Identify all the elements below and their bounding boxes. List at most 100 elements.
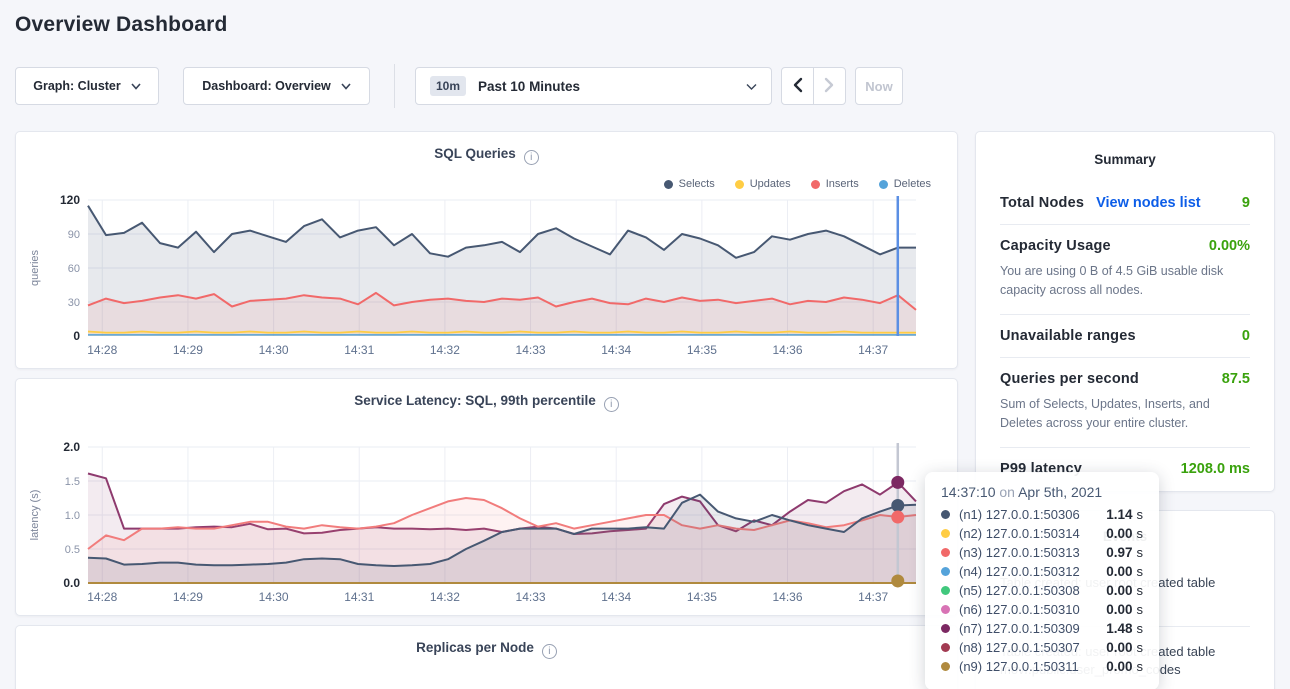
series-dot-icon bbox=[941, 643, 950, 652]
summary-label: Queries per second bbox=[1000, 371, 1139, 387]
dashboard-dropdown[interactable]: Dashboard: Overview bbox=[183, 67, 370, 105]
tooltip-value: 1.48 bbox=[1106, 621, 1132, 636]
x-tick-label: 14:34 bbox=[601, 590, 631, 604]
service-latency-chart[interactable]: 0.00.51.01.52.014:2814:2914:3014:3114:32… bbox=[26, 437, 951, 609]
y-tick-label: 1.0 bbox=[65, 510, 80, 522]
summary-subtext: Sum of Selects, Updates, Inserts, and De… bbox=[1000, 395, 1250, 434]
y-tick-label: 2.0 bbox=[63, 440, 80, 454]
legend-dot-deletes bbox=[879, 180, 888, 189]
tooltip-rows: (n1) 127.0.0.1:503061.14s(n2) 127.0.0.1:… bbox=[941, 505, 1143, 676]
hover-dot bbox=[891, 476, 904, 489]
legend-item-deletes[interactable]: Deletes bbox=[879, 178, 931, 190]
tooltip-node-label: (n4) 127.0.0.1:50312 bbox=[959, 564, 1080, 579]
series-dot-icon bbox=[941, 567, 950, 576]
time-range-badge: 10m bbox=[430, 76, 466, 96]
series-dot-icon bbox=[941, 605, 950, 614]
x-tick-label: 14:33 bbox=[516, 590, 546, 604]
chart-tooltip: 14:37:10 on Apr 5th, 2021 (n1) 127.0.0.1… bbox=[925, 472, 1159, 689]
dashboard-dropdown-label: Dashboard: Overview bbox=[202, 79, 331, 93]
tooltip-value: 0.00 bbox=[1106, 640, 1132, 655]
tooltip-value: 0.97 bbox=[1106, 545, 1132, 560]
x-tick-label: 14:36 bbox=[773, 343, 803, 357]
time-prev-button[interactable] bbox=[781, 67, 814, 105]
tooltip-unit: s bbox=[1137, 640, 1144, 655]
summary-value: 9 bbox=[1242, 195, 1250, 211]
summary-row: Unavailable ranges 0 bbox=[1000, 328, 1250, 344]
tooltip-timestamp: 14:37:10 on Apr 5th, 2021 bbox=[941, 484, 1143, 500]
info-icon[interactable]: i bbox=[524, 150, 539, 165]
info-icon[interactable]: i bbox=[542, 644, 557, 659]
page-title: Overview Dashboard bbox=[15, 13, 228, 37]
x-tick-label: 14:32 bbox=[430, 343, 460, 357]
legend-item-inserts[interactable]: Inserts bbox=[811, 178, 859, 190]
tooltip-value: 1.14 bbox=[1106, 507, 1132, 522]
view-nodes-list-link[interactable]: View nodes list bbox=[1096, 195, 1201, 211]
summary-value: 0 bbox=[1242, 328, 1250, 344]
tooltip-node-label: (n8) 127.0.0.1:50307 bbox=[959, 640, 1080, 655]
chart-title: SQL Queries bbox=[434, 146, 516, 161]
time-range-label: Past 10 Minutes bbox=[478, 79, 580, 94]
series-dot-icon bbox=[941, 586, 950, 595]
chart-title: Replicas per Node bbox=[416, 640, 534, 655]
hover-dot bbox=[891, 511, 904, 524]
tooltip-conjunction: on bbox=[999, 484, 1015, 500]
summary-section-total-nodes: Total Nodes View nodes list 9 bbox=[1000, 179, 1250, 224]
x-tick-label: 14:35 bbox=[687, 343, 717, 357]
summary-value: 1208.0 ms bbox=[1181, 461, 1250, 477]
y-tick-label: 0.5 bbox=[65, 544, 80, 556]
series-dot-icon bbox=[941, 624, 950, 633]
series-dot-icon bbox=[941, 548, 950, 557]
tooltip-row: (n1) 127.0.0.1:503061.14s bbox=[941, 505, 1143, 524]
legend-item-selects[interactable]: Selects bbox=[664, 178, 715, 190]
tooltip-row: (n6) 127.0.0.1:503100.00s bbox=[941, 600, 1143, 619]
y-tick-label: 1.5 bbox=[65, 476, 80, 488]
summary-value: 0.00% bbox=[1209, 238, 1250, 254]
tooltip-node-label: (n7) 127.0.0.1:50309 bbox=[959, 621, 1080, 636]
sql-queries-chart[interactable]: 030609012014:2814:2914:3014:3114:3214:33… bbox=[26, 190, 951, 362]
tooltip-value: 0.00 bbox=[1106, 564, 1132, 579]
time-range-dropdown[interactable]: 10m Past 10 Minutes bbox=[415, 67, 772, 105]
tooltip-row: (n2) 127.0.0.1:50314 0.00 s bbox=[941, 524, 1143, 543]
tooltip-unit: s bbox=[1137, 526, 1144, 541]
x-tick-label: 14:29 bbox=[173, 343, 203, 357]
summary-row: Queries per second87.5 bbox=[1000, 371, 1250, 387]
summary-title: Summary bbox=[976, 132, 1274, 167]
summary-section-unavailable-ranges: Unavailable ranges 0 bbox=[1000, 314, 1250, 357]
time-next-button[interactable] bbox=[813, 67, 846, 105]
chevron-down-icon bbox=[341, 79, 351, 93]
legend-dot-selects bbox=[664, 180, 673, 189]
replicas-per-node-card: Replicas per Node i bbox=[15, 625, 958, 689]
tooltip-node-label: (n9) 127.0.0.1:50311 bbox=[959, 659, 1079, 674]
x-tick-label: 14:37 bbox=[858, 590, 888, 604]
summary-label: Unavailable ranges bbox=[1000, 328, 1136, 344]
toolbar-divider bbox=[394, 64, 395, 108]
y-tick-label: 120 bbox=[60, 193, 80, 207]
x-tick-label: 14:36 bbox=[773, 590, 803, 604]
tooltip-row: (n4) 127.0.0.1:503120.00s bbox=[941, 562, 1143, 581]
graph-dropdown[interactable]: Graph: Cluster bbox=[15, 67, 159, 105]
legend-label: Selects bbox=[679, 178, 715, 190]
tooltip-node-label: (n2) 127.0.0.1:50314 bbox=[959, 526, 1080, 541]
x-tick-label: 14:32 bbox=[430, 590, 460, 604]
series-dot-icon bbox=[941, 529, 950, 538]
tooltip-row: (n5) 127.0.0.1:503080.00s bbox=[941, 581, 1143, 600]
legend-label: Updates bbox=[750, 178, 791, 190]
x-tick-label: 14:34 bbox=[601, 343, 631, 357]
tooltip-unit: s bbox=[1137, 602, 1144, 617]
tooltip-time: 14:37:10 bbox=[941, 484, 996, 500]
summary-label: Total Nodes bbox=[1000, 195, 1084, 211]
series-dot-icon bbox=[941, 510, 950, 519]
legend-item-updates[interactable]: Updates bbox=[735, 178, 791, 190]
summary-section-queries-per-second: Queries per second87.5 Sum of Selects, Up… bbox=[1000, 357, 1250, 447]
chart-title: Service Latency: SQL, 99th percentile bbox=[354, 393, 596, 408]
info-icon[interactable]: i bbox=[604, 397, 619, 412]
tooltip-date: Apr 5th, 2021 bbox=[1018, 484, 1102, 500]
x-tick-label: 14:37 bbox=[858, 343, 888, 357]
summary-label: Capacity Usage bbox=[1000, 238, 1111, 254]
summary-subtext: You are using 0 B of 4.5 GiB usable disk… bbox=[1000, 262, 1250, 301]
now-button[interactable]: Now bbox=[855, 67, 903, 105]
tooltip-node-label: (n3) 127.0.0.1:50313 bbox=[959, 545, 1080, 560]
tooltip-value: 0.00 bbox=[1106, 526, 1132, 541]
x-tick-label: 14:31 bbox=[344, 590, 374, 604]
tooltip-value: 0.00 bbox=[1106, 659, 1132, 674]
